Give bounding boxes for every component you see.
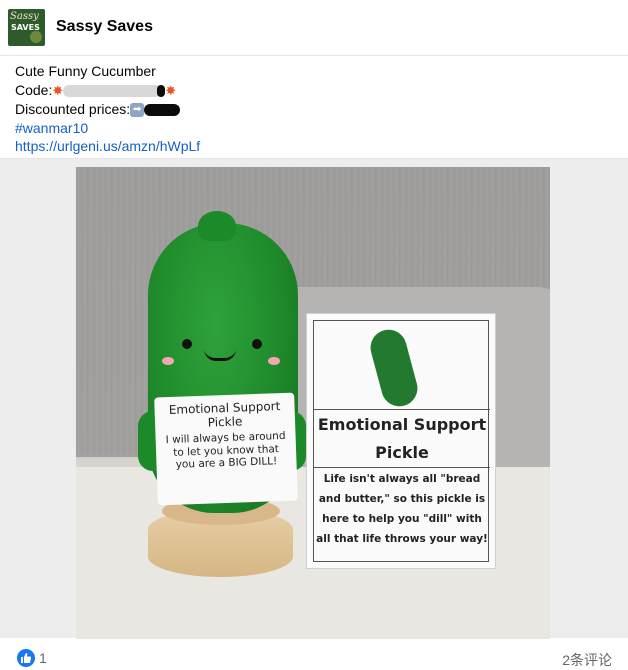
pickle-right-cheek: [268, 357, 280, 365]
pickle-right-eye: [252, 339, 262, 349]
price-label: Discounted prices:: [15, 101, 131, 117]
collision-emoji-icon: ✸: [52, 82, 64, 98]
post-photo[interactable]: Emotional Support Pickle I will always b…: [76, 167, 550, 639]
pickle-illustration: [366, 325, 422, 411]
post-line-code: Code:✸ ✸: [15, 81, 200, 101]
post-footer: 1 2条评论: [0, 641, 628, 670]
post-line-price: Discounted prices: ➡: [15, 100, 200, 119]
like-count[interactable]: 1: [39, 650, 47, 666]
page-name-link[interactable]: Sassy Saves: [56, 18, 153, 36]
collision-emoji-icon-2: ✸: [165, 82, 177, 98]
card-title-line-1: Emotional Support: [317, 415, 487, 434]
pickle-left-cheek: [162, 357, 174, 365]
pickle-stem: [198, 211, 236, 241]
post-media-area: Emotional Support Pickle I will always b…: [0, 158, 628, 639]
avatar-leaf-graphic: [30, 31, 42, 43]
small-card-title: Emotional Support Pickle: [168, 399, 281, 430]
hashtag-link[interactable]: #wanmar10: [15, 119, 200, 138]
redacted-price: [144, 104, 181, 117]
small-card-body: I will always be around to let you know …: [165, 429, 286, 471]
avatar-text-script: Sassy: [10, 11, 39, 22]
redacted-code-mark: [157, 84, 166, 97]
card-inner-frame: Emotional Support Pickle Life isn't alwa…: [313, 320, 490, 562]
card-body-text: Life isn't always all "bread and butter,…: [316, 473, 488, 545]
card-divider-top: [314, 409, 490, 410]
small-support-card: Emotional Support Pickle I will always b…: [154, 392, 298, 506]
product-link[interactable]: https://urlgeni.us/amzn/hWpLf: [15, 137, 200, 156]
post-body: Cute Funny Cucumber Code:✸ ✸ Discounted p…: [15, 62, 200, 156]
thumbs-up-icon: [21, 653, 32, 663]
card-divider-bottom: [314, 467, 490, 468]
post-header: Sassy SAVES Sassy Saves: [0, 0, 628, 56]
like-reaction-icon[interactable]: [17, 649, 35, 667]
pickle-left-eye: [182, 339, 192, 349]
emotional-support-card: Emotional Support Pickle Life isn't alwa…: [306, 313, 496, 569]
page-avatar[interactable]: Sassy SAVES: [8, 9, 45, 46]
redacted-code: [63, 84, 162, 97]
card-title-line-2: Pickle: [375, 443, 429, 462]
card-title: Emotional Support Pickle: [314, 411, 490, 467]
code-label: Code:: [15, 81, 53, 98]
post-line-title: Cute Funny Cucumber: [15, 63, 156, 79]
right-arrow-emoji-icon: ➡: [130, 103, 145, 118]
comment-count-link[interactable]: 2条评论: [562, 650, 612, 670]
